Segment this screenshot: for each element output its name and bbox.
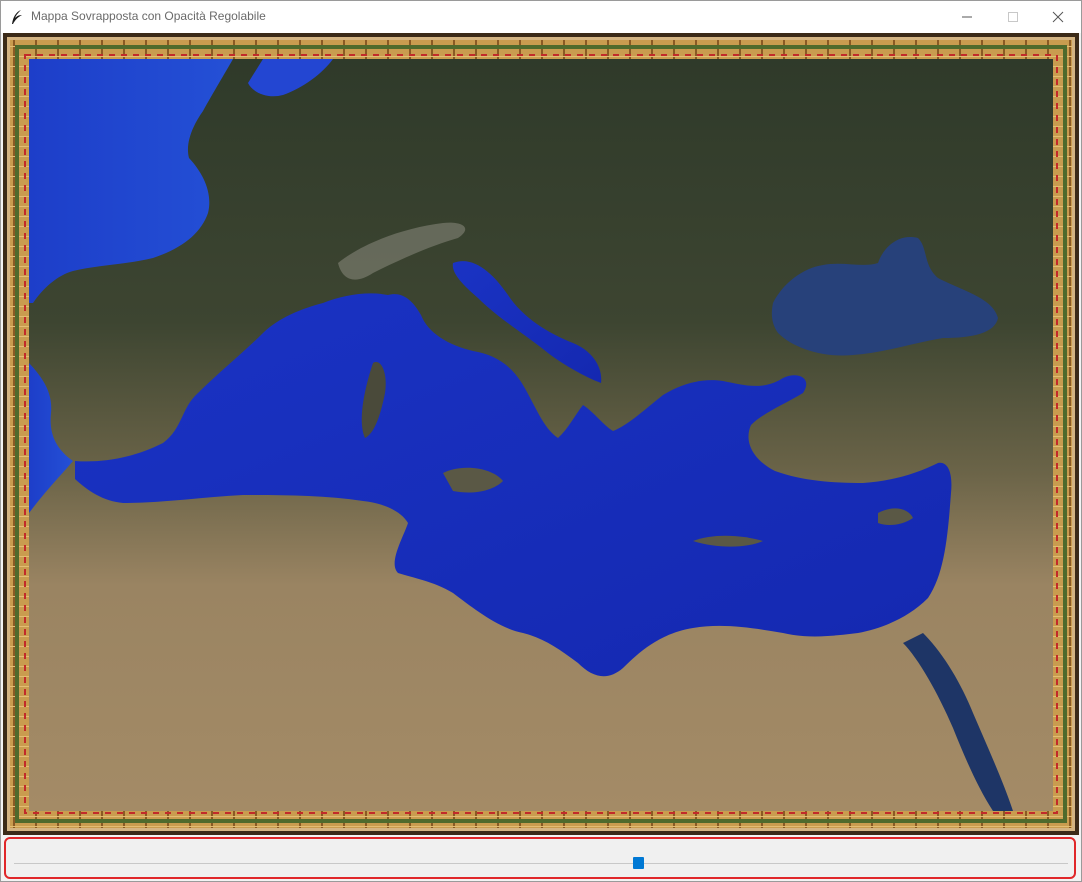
window-title: Mappa Sovrapposta con Opacità Regolabile [31,9,266,23]
app-window: Mappa Sovrapposta con Opacità Regolabile [0,0,1082,882]
close-button[interactable] [1035,1,1081,33]
maximize-button[interactable] [990,1,1036,33]
opacity-slider-track[interactable] [14,863,1068,864]
maximize-icon [1008,12,1018,22]
satellite-map [3,33,1079,835]
minimize-button[interactable] [944,1,990,33]
title-bar[interactable]: Mappa Sovrapposta con Opacità Regolabile [1,1,1081,33]
feather-icon [10,9,24,25]
close-icon [1052,11,1064,23]
map-canvas [3,33,1079,835]
minimize-icon [962,16,972,18]
opacity-slider-panel [4,837,1076,879]
map-content [29,59,1053,811]
opacity-slider-thumb[interactable] [632,857,644,869]
